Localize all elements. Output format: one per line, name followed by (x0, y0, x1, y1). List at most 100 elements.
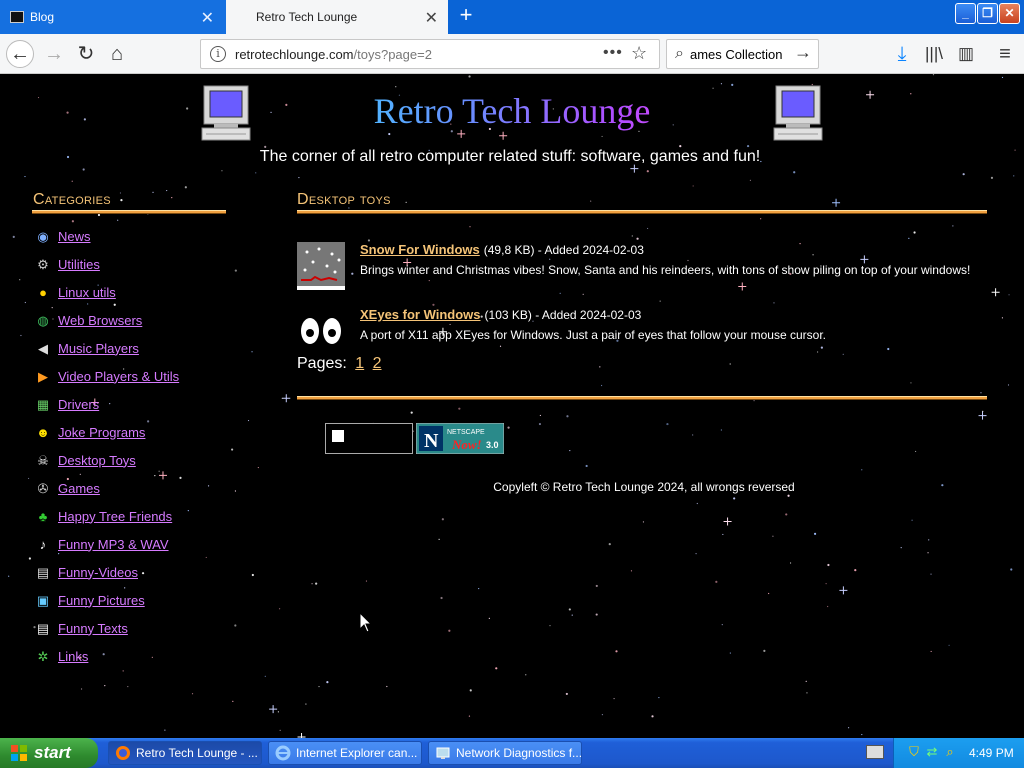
new-tab-plus-icon[interactable]: + (454, 4, 478, 28)
star (458, 407, 461, 410)
download-icon[interactable]: ⤓ (888, 40, 916, 68)
category-link-joke-programs[interactable]: Joke Programs (58, 425, 145, 440)
toy-link-snow[interactable]: Snow For Windows (360, 242, 480, 257)
star (264, 675, 266, 677)
category-item-music-players: ◀ Music Players (34, 334, 179, 362)
toy-link-xeyes[interactable]: XEyes for Windows (360, 307, 481, 322)
clock: 4:49 PM (969, 746, 1014, 760)
category-link-drivers[interactable]: Drivers (58, 397, 99, 412)
star (910, 382, 912, 384)
home-icon[interactable]: ⌂ (103, 40, 131, 68)
star (651, 715, 654, 718)
category-link-news[interactable]: News (58, 229, 91, 244)
sidebar-toggle-icon[interactable]: ▥ (952, 40, 980, 68)
page-link-2[interactable]: 2 (373, 355, 382, 372)
start-button[interactable]: start (0, 738, 98, 768)
star (277, 711, 280, 713)
star (127, 685, 129, 688)
star (152, 191, 154, 193)
star (80, 688, 83, 690)
star (980, 392, 982, 394)
taskbar-item-retro-tech-lounge[interactable]: Retro Tech Lounge - ... (108, 741, 262, 765)
taskbar-item-internet-explorer[interactable]: Internet Explorer can... (268, 741, 422, 765)
star (428, 279, 430, 282)
url-bar[interactable]: i retrotechlounge.com/toys?page=2 ••• ☆ (200, 39, 660, 69)
category-link-funny-mp3[interactable]: Funny MP3 & WAV (58, 537, 169, 552)
page-link-1[interactable]: 1 (355, 355, 364, 372)
broken-image-badge[interactable] (325, 423, 413, 454)
tab-blog[interactable]: Blog ✕ (0, 0, 226, 34)
category-link-utilities[interactable]: Utilities (58, 257, 100, 272)
category-link-video-players[interactable]: Video Players & Utils (58, 369, 179, 384)
category-link-desktop-toys[interactable]: Desktop Toys (58, 453, 136, 468)
keyboard-layout-icon[interactable] (866, 745, 884, 759)
star (255, 172, 257, 174)
page-actions-more-icon[interactable]: ••• (603, 44, 623, 62)
toy-info-xeyes: XEyes for Windows (103 KB) - Added 2024-0… (360, 307, 980, 343)
mouse-cursor-icon (359, 612, 373, 633)
system-tray: ⛉ ⇄ ⌕ 4:49 PM (893, 738, 1024, 768)
network-icon[interactable]: ⇄ (924, 744, 940, 760)
category-link-funny-pictures[interactable]: Funny Pictures (58, 593, 145, 608)
category-link-funny-videos[interactable]: Funny-Videos (58, 565, 138, 580)
hamburger-menu-icon[interactable]: ≡ (991, 40, 1019, 68)
star (695, 553, 697, 555)
star (104, 685, 106, 687)
window-close-button[interactable]: ✕ (999, 3, 1020, 24)
library-icon[interactable]: |||\ (920, 40, 948, 68)
star (910, 93, 912, 95)
sparkle-star (839, 586, 848, 595)
search-go-arrow-icon[interactable]: → (794, 42, 812, 63)
bookmark-star-icon[interactable]: ☆ (631, 43, 647, 64)
search-tray-icon[interactable]: ⌕ (942, 744, 958, 760)
snow-thumbnail-icon[interactable] (297, 242, 345, 290)
security-shield-icon[interactable]: ⛉ (906, 744, 922, 760)
earth-icon: ◍ (37, 312, 49, 328)
star (538, 422, 542, 426)
tab-blog-close-icon[interactable]: ✕ (201, 8, 214, 28)
back-arrow-icon[interactable]: ← (6, 40, 34, 68)
window-maximize-button[interactable]: ❐ (977, 3, 998, 24)
window-minimize-button[interactable]: _ (955, 3, 976, 24)
category-link-links[interactable]: Links (58, 649, 88, 664)
netscape-now-badge[interactable]: N NETSCAPE Now! 3.0 (416, 423, 504, 454)
category-item-web-browsers: ◍ Web Browsers (34, 306, 179, 334)
category-item-linux-utils: ● Linux utils (34, 278, 179, 306)
category-link-happy-tree-friends[interactable]: Happy Tree Friends (58, 509, 172, 524)
star (164, 729, 166, 731)
star (601, 135, 603, 138)
category-link-music-players[interactable]: Music Players (58, 341, 139, 356)
category-list: ◉ News ⚙ Utilities ● Linux utils ◍ Web Brows… (34, 222, 179, 670)
star (948, 644, 950, 646)
star (666, 422, 669, 426)
categories-divider (32, 210, 226, 214)
reload-icon[interactable]: ↻ (72, 40, 100, 68)
forward-arrow-icon[interactable]: → (40, 40, 68, 68)
category-link-funny-texts[interactable]: Funny Texts (58, 621, 128, 636)
taskbar-item-label: Internet Explorer can... (296, 746, 418, 760)
toy-description-xeyes: A port of X11 app XEyes for Windows. Jus… (360, 328, 827, 342)
star (772, 535, 774, 537)
star (827, 563, 830, 567)
star (861, 733, 863, 736)
site-info-icon[interactable]: i (210, 46, 226, 62)
internet-explorer-icon (275, 745, 291, 761)
category-link-web-browsers[interactable]: Web Browsers (58, 313, 142, 328)
category-link-games[interactable]: Games (58, 481, 100, 496)
star (887, 347, 890, 351)
tab-active-close-icon[interactable]: ✕ (425, 8, 438, 28)
tab-retro-tech-lounge[interactable]: Retro Tech Lounge ✕ (226, 0, 448, 34)
search-input[interactable]: ⌕ ames Collection → (666, 39, 819, 69)
star (712, 87, 714, 89)
retro-computer-icon-right (773, 85, 823, 141)
category-item-funny-mp3: ♪ Funny MP3 & WAV (34, 530, 179, 558)
taskbar-item-network-diagnostics[interactable]: Network Diagnostics f... (428, 741, 582, 765)
star (468, 715, 471, 717)
web-page: Retro Tech Lounge The corner of all retr… (0, 74, 1024, 738)
star (326, 681, 329, 684)
xeyes-thumbnail-icon[interactable] (297, 307, 345, 355)
star (908, 237, 910, 239)
star (122, 670, 124, 672)
broken-image-icon (332, 430, 344, 442)
category-link-linux-utils[interactable]: Linux utils (58, 285, 116, 300)
